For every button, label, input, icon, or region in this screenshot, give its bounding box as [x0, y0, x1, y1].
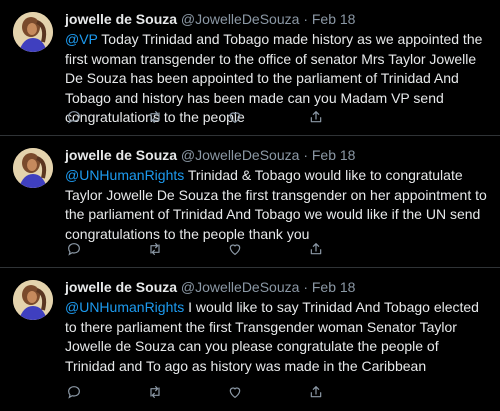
mention-link[interactable]: @UNHumanRights	[65, 299, 184, 315]
tweet-text: @UNHumanRights I would like to say Trini…	[65, 298, 490, 376]
reply-icon[interactable]	[65, 240, 83, 258]
author-handle[interactable]: @JowelleDeSouza	[181, 147, 300, 163]
mention-link[interactable]: @UNHumanRights	[65, 167, 184, 183]
share-icon[interactable]	[307, 240, 325, 258]
share-icon[interactable]	[307, 108, 325, 126]
share-icon[interactable]	[307, 383, 325, 401]
reply-icon[interactable]	[65, 383, 83, 401]
tweet-header: jowelle de Souza @JowelleDeSouza · Feb 1…	[65, 278, 490, 296]
tweet-date[interactable]: Feb 18	[312, 11, 356, 27]
like-icon[interactable]	[226, 240, 244, 258]
tweet-header: jowelle de Souza @JowelleDeSouza · Feb 1…	[65, 146, 490, 164]
avatar[interactable]	[13, 12, 53, 52]
tweet-actions	[65, 240, 325, 258]
reply-icon[interactable]	[65, 108, 83, 126]
avatar[interactable]	[13, 280, 53, 320]
separator: ·	[303, 11, 308, 27]
like-icon[interactable]	[226, 383, 244, 401]
author-handle[interactable]: @JowelleDeSouza	[181, 11, 300, 27]
tweet-actions	[65, 383, 325, 401]
avatar[interactable]	[13, 148, 53, 188]
tweet-content: jowelle de Souza @JowelleDeSouza · Feb 1…	[65, 278, 490, 376]
author-name[interactable]: jowelle de Souza	[65, 279, 177, 295]
author-name[interactable]: jowelle de Souza	[65, 11, 177, 27]
tweet-date[interactable]: Feb 18	[312, 147, 356, 163]
tweet-text: @UNHumanRights Trinidad & Tobago would l…	[65, 166, 490, 244]
tweet-content: jowelle de Souza @JowelleDeSouza · Feb 1…	[65, 146, 490, 244]
tweet[interactable]: jowelle de Souza @JowelleDeSouza · Feb 1…	[0, 0, 500, 136]
tweet-header: jowelle de Souza @JowelleDeSouza · Feb 1…	[65, 10, 490, 28]
author-name[interactable]: jowelle de Souza	[65, 147, 177, 163]
like-icon[interactable]	[226, 108, 244, 126]
tweet-date[interactable]: Feb 18	[312, 279, 356, 295]
retweet-icon[interactable]	[146, 240, 164, 258]
retweet-icon[interactable]	[146, 108, 164, 126]
tweet-feed: jowelle de Souza @JowelleDeSouza · Feb 1…	[0, 0, 500, 411]
separator: ·	[303, 147, 308, 163]
retweet-icon[interactable]	[146, 383, 164, 401]
author-handle[interactable]: @JowelleDeSouza	[181, 279, 300, 295]
separator: ·	[303, 279, 308, 295]
mention-link[interactable]: @VP	[65, 31, 98, 47]
tweet-actions	[65, 108, 325, 126]
tweet[interactable]: jowelle de Souza @JowelleDeSouza · Feb 1…	[0, 268, 500, 411]
tweet[interactable]: jowelle de Souza @JowelleDeSouza · Feb 1…	[0, 136, 500, 268]
